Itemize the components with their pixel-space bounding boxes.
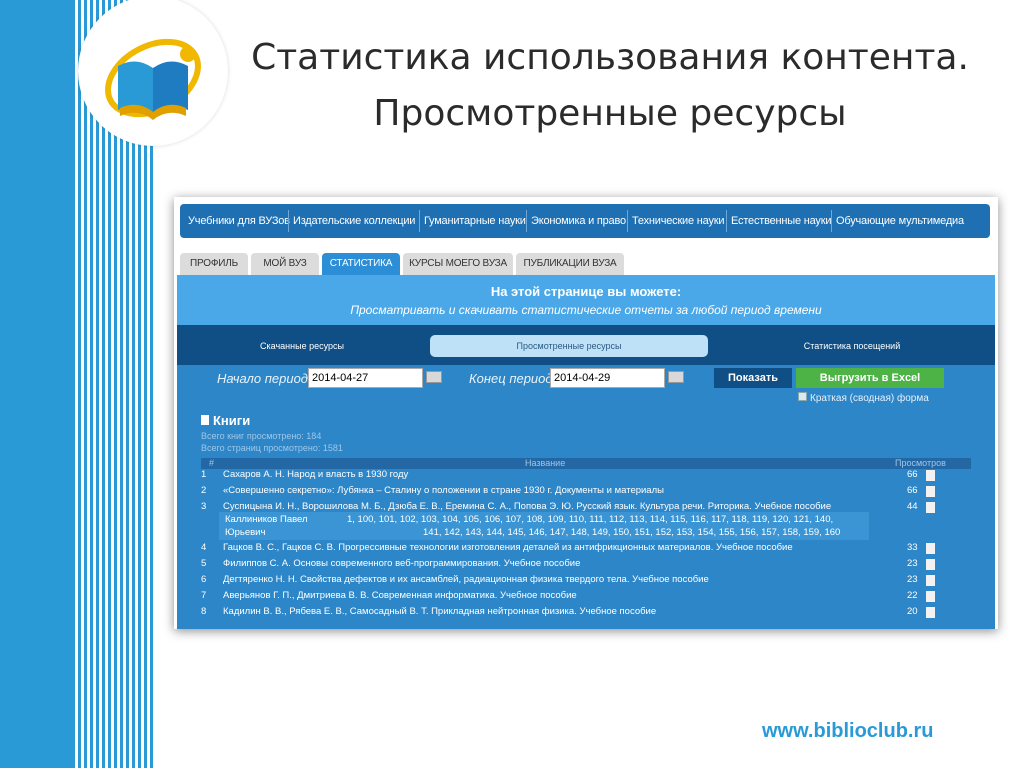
subtab-downloaded-resources[interactable]: Скачанные ресурсы: [197, 335, 407, 357]
row-number: 8: [201, 606, 207, 617]
top-navigation: Учебники для ВУЗов Издательские коллекци…: [180, 204, 990, 238]
export-excel-button[interactable]: Выгрузить в Excel: [796, 368, 944, 388]
page-detail-box: Каллиников Павел Юрьевич 1, 100, 101, 10…: [219, 512, 869, 540]
document-icon[interactable]: [926, 486, 935, 497]
row-views: 23: [907, 574, 918, 585]
document-icon[interactable]: [926, 543, 935, 554]
detail-user-line1: Каллиников Павел: [225, 514, 308, 525]
site-url: www.biblioclub.ru: [762, 720, 934, 742]
row-number: 2: [201, 485, 207, 496]
banner-title: На этой странице вы можете:: [490, 284, 682, 299]
row-views: 23: [907, 558, 918, 569]
summary-form-label: Краткая (сводная) форма: [810, 393, 929, 404]
nav-item-natural-sciences[interactable]: Естественные науки: [731, 204, 831, 238]
tab-profile[interactable]: ПРОФИЛЬ: [180, 253, 248, 275]
detail-pages-line1: 1, 100, 101, 102, 103, 104, 105, 106, 10…: [347, 514, 834, 525]
slide-title: Статистика использования контента. Просм…: [240, 30, 980, 142]
table-header: # Название Просмотров: [201, 458, 971, 469]
row-number: 4: [201, 542, 207, 553]
results-section: Книги Всего книг просмотрено: 184 Всего …: [177, 409, 995, 629]
row-title[interactable]: Аверьянов Г. П., Дмитриева В. В. Совреме…: [223, 590, 577, 601]
tab-my-university[interactable]: МОЙ ВУЗ: [251, 253, 319, 275]
nav-separator: [288, 210, 289, 232]
nav-separator: [831, 210, 832, 232]
start-date-input[interactable]: 2014-04-27: [308, 368, 423, 388]
row-views: 44: [907, 501, 918, 512]
nav-item-technical-sciences[interactable]: Технические науки: [632, 204, 725, 238]
document-icon[interactable]: [926, 470, 935, 481]
row-number: 5: [201, 558, 207, 569]
total-pages-viewed: Всего страниц просмотрено: 1581: [201, 443, 343, 453]
detail-pages-line2: 141, 142, 143, 144, 145, 146, 147, 148, …: [423, 527, 841, 538]
report-type-bar: Скачанные ресурсы Просмотренные ресурсы …: [177, 325, 995, 365]
document-icon[interactable]: [926, 591, 935, 602]
nav-separator: [627, 210, 628, 232]
document-icon[interactable]: [926, 575, 935, 586]
summary-form-checkbox[interactable]: Краткая (сводная) форма: [798, 392, 929, 404]
nav-item-multimedia[interactable]: Обучающие мультимедиа: [836, 204, 964, 238]
column-views: Просмотров: [895, 458, 946, 468]
column-number: #: [209, 458, 215, 468]
banner-subtitle: Просматривать и скачивать статистические…: [350, 303, 822, 317]
row-views: 66: [907, 485, 918, 496]
start-period-label: Начало периода:: [217, 371, 319, 386]
total-books-viewed: Всего книг просмотрено: 184: [201, 431, 322, 441]
row-title[interactable]: Суспицына И. Н., Ворошилова М. Б., Дзюба…: [223, 501, 831, 512]
tab-university-publications[interactable]: ПУБЛИКАЦИИ ВУЗА: [516, 253, 624, 275]
show-button[interactable]: Показать: [714, 368, 792, 388]
tab-university-courses[interactable]: КУРСЫ МОЕГО ВУЗА: [403, 253, 513, 275]
nav-separator: [419, 210, 420, 232]
books-heading: Книги: [213, 413, 251, 428]
tab-statistics[interactable]: СТАТИСТИКА: [322, 253, 400, 275]
end-date-input[interactable]: 2014-04-29: [550, 368, 665, 388]
book-icon: [201, 415, 209, 425]
calendar-icon[interactable]: [668, 371, 684, 383]
row-number: 6: [201, 574, 207, 585]
row-title[interactable]: «Совершенно секретно»: Лубянка – Сталину…: [223, 485, 664, 496]
period-filter: Начало периода: 2014-04-27 Конец периода…: [177, 365, 995, 409]
row-title[interactable]: Дегтяренко Н. Н. Свойства дефектов и их …: [223, 574, 709, 585]
nav-separator: [726, 210, 727, 232]
row-title[interactable]: Гацков В. С., Гацков С. В. Прогрессивные…: [223, 542, 793, 553]
subtab-viewed-resources[interactable]: Просмотренные ресурсы: [430, 335, 708, 357]
row-views: 20: [907, 606, 918, 617]
row-title[interactable]: Сахаров А. Н. Народ и власть в 1930 году: [223, 469, 408, 480]
row-title[interactable]: Филиппов С. А. Основы современного веб-п…: [223, 558, 580, 569]
document-icon[interactable]: [926, 502, 935, 513]
column-name: Название: [525, 458, 566, 468]
row-number: 1: [201, 469, 207, 480]
checkbox-icon[interactable]: [798, 392, 807, 401]
screenshot-panel: Учебники для ВУЗов Издательские коллекци…: [174, 197, 998, 629]
row-views: 66: [907, 469, 918, 480]
row-title[interactable]: Кадилин В. В., Рябева Е. В., Самосадный …: [223, 606, 656, 617]
book-logo-icon: [105, 38, 201, 120]
slide-title-line2: Просмотренные ресурсы: [373, 93, 847, 134]
row-views: 33: [907, 542, 918, 553]
document-icon[interactable]: [926, 607, 935, 618]
row-views: 22: [907, 590, 918, 601]
info-banner: На этой странице вы можете: Просматриват…: [177, 275, 995, 325]
logo: [78, 0, 228, 146]
calendar-icon[interactable]: [426, 371, 442, 383]
detail-user-line2: Юрьевич: [225, 527, 266, 538]
nav-item-textbooks[interactable]: Учебники для ВУЗов: [188, 204, 290, 238]
row-number: 3: [201, 501, 207, 512]
document-icon[interactable]: [926, 559, 935, 570]
nav-separator: [526, 210, 527, 232]
slide-title-line1: Статистика использования контента.: [251, 37, 969, 78]
nav-item-publisher-collections[interactable]: Издательские коллекции: [293, 204, 415, 238]
nav-item-economics-law[interactable]: Экономика и право: [531, 204, 626, 238]
nav-item-humanities[interactable]: Гуманитарные науки: [424, 204, 526, 238]
subtab-visit-statistics[interactable]: Статистика посещений: [737, 335, 967, 357]
decorative-stripe-band: [0, 0, 74, 768]
row-number: 7: [201, 590, 207, 601]
